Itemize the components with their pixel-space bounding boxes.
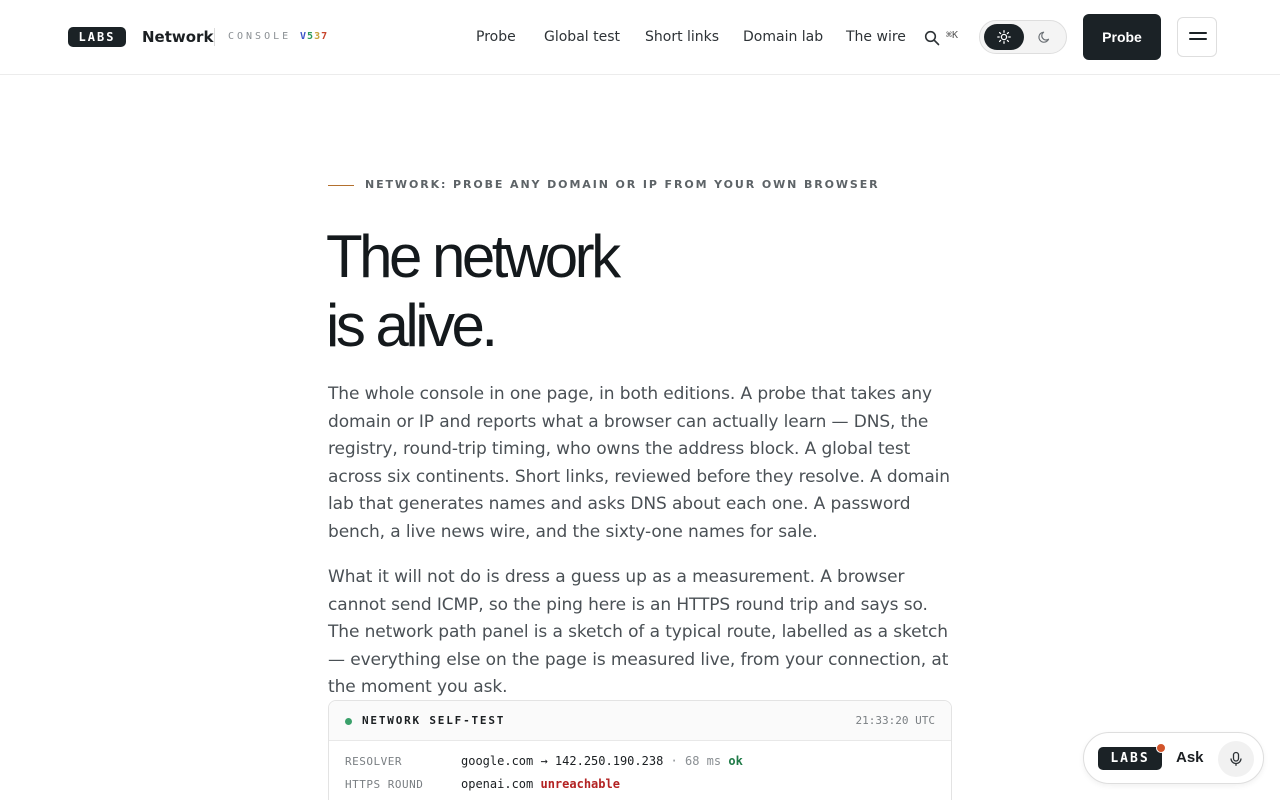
nav-probe[interactable]: Probe (476, 28, 516, 46)
brand-name[interactable]: Network (142, 27, 213, 47)
row-label-resolver: RESOLVER (345, 755, 402, 768)
version-prefix: V (300, 31, 308, 42)
probe-button[interactable]: Probe (1083, 14, 1161, 60)
ask-widget[interactable]: LABS Ask (1083, 732, 1264, 784)
intro-paragraph: The whole console in one page, in both e… (328, 384, 950, 542)
brand-divider (214, 28, 215, 46)
page-title: The network is alive. (326, 222, 946, 360)
labs-logo[interactable]: LABS (68, 27, 126, 47)
menu-button[interactable] (1177, 17, 1217, 57)
ask-label: Ask (1176, 749, 1204, 766)
version-badge: V537 (300, 30, 328, 44)
eyebrow-rule (328, 185, 354, 186)
caveat-paragraph: What it will not do is dress a guess up … (328, 567, 949, 698)
resolver-status: ok (728, 754, 743, 768)
title-line-2: is alive. (326, 292, 498, 359)
eyebrow-text: NETWORK: PROBE ANY DOMAIN OR IP FROM YOU… (365, 178, 880, 191)
search-icon (924, 30, 940, 46)
search-button[interactable]: ⌘K (924, 29, 966, 47)
nav-short-links[interactable]: Short links (645, 28, 719, 46)
resolver-result: google.com → 142.250.190.238 (461, 754, 664, 768)
resolver-separator: · (670, 754, 678, 768)
resolver-latency: 68 ms (685, 754, 722, 768)
theme-light-option[interactable] (984, 24, 1024, 50)
title-line-1: The network (326, 223, 621, 290)
https-host: openai.com (461, 777, 534, 791)
theme-dark-option[interactable] (1028, 24, 1064, 50)
hamburger-icon (1189, 32, 1207, 34)
ask-logo: LABS (1098, 747, 1162, 770)
row-value-resolver: google.com → 142.250.190.238 · 68 ms ok (461, 754, 743, 768)
search-shortcut: ⌘K (946, 30, 959, 41)
row-label-https: HTTPS ROUND (345, 778, 424, 791)
self-test-title: NETWORK SELF-TEST (362, 714, 506, 727)
status-dot (345, 718, 352, 725)
microphone-icon (1230, 751, 1242, 766)
notification-badge (1156, 743, 1166, 753)
top-header: LABS Network CONSOLE V537 Probe Global t… (0, 0, 1280, 75)
console-label: CONSOLE (228, 31, 292, 42)
self-test-panel: NETWORK SELF-TEST 21:33:20 UTC RESOLVER … (328, 700, 952, 800)
self-test-time: 21:33:20 UTC (855, 714, 935, 727)
self-test-header: NETWORK SELF-TEST 21:33:20 UTC (329, 701, 951, 741)
version-digit-3: 7 (321, 31, 329, 42)
hamburger-icon (1189, 38, 1207, 40)
moon-icon (1038, 31, 1050, 43)
https-status: unreachable (540, 777, 620, 791)
row-value-https: openai.com unreachable (461, 777, 620, 791)
nav-domain-lab[interactable]: Domain lab (743, 28, 823, 46)
nav-global-test[interactable]: Global test (544, 28, 620, 46)
theme-toggle[interactable] (979, 20, 1067, 54)
sun-icon (997, 30, 1011, 44)
version-digit-1: 5 (307, 31, 315, 42)
nav-the-wire[interactable]: The wire (846, 28, 906, 46)
mic-button[interactable] (1218, 741, 1254, 777)
